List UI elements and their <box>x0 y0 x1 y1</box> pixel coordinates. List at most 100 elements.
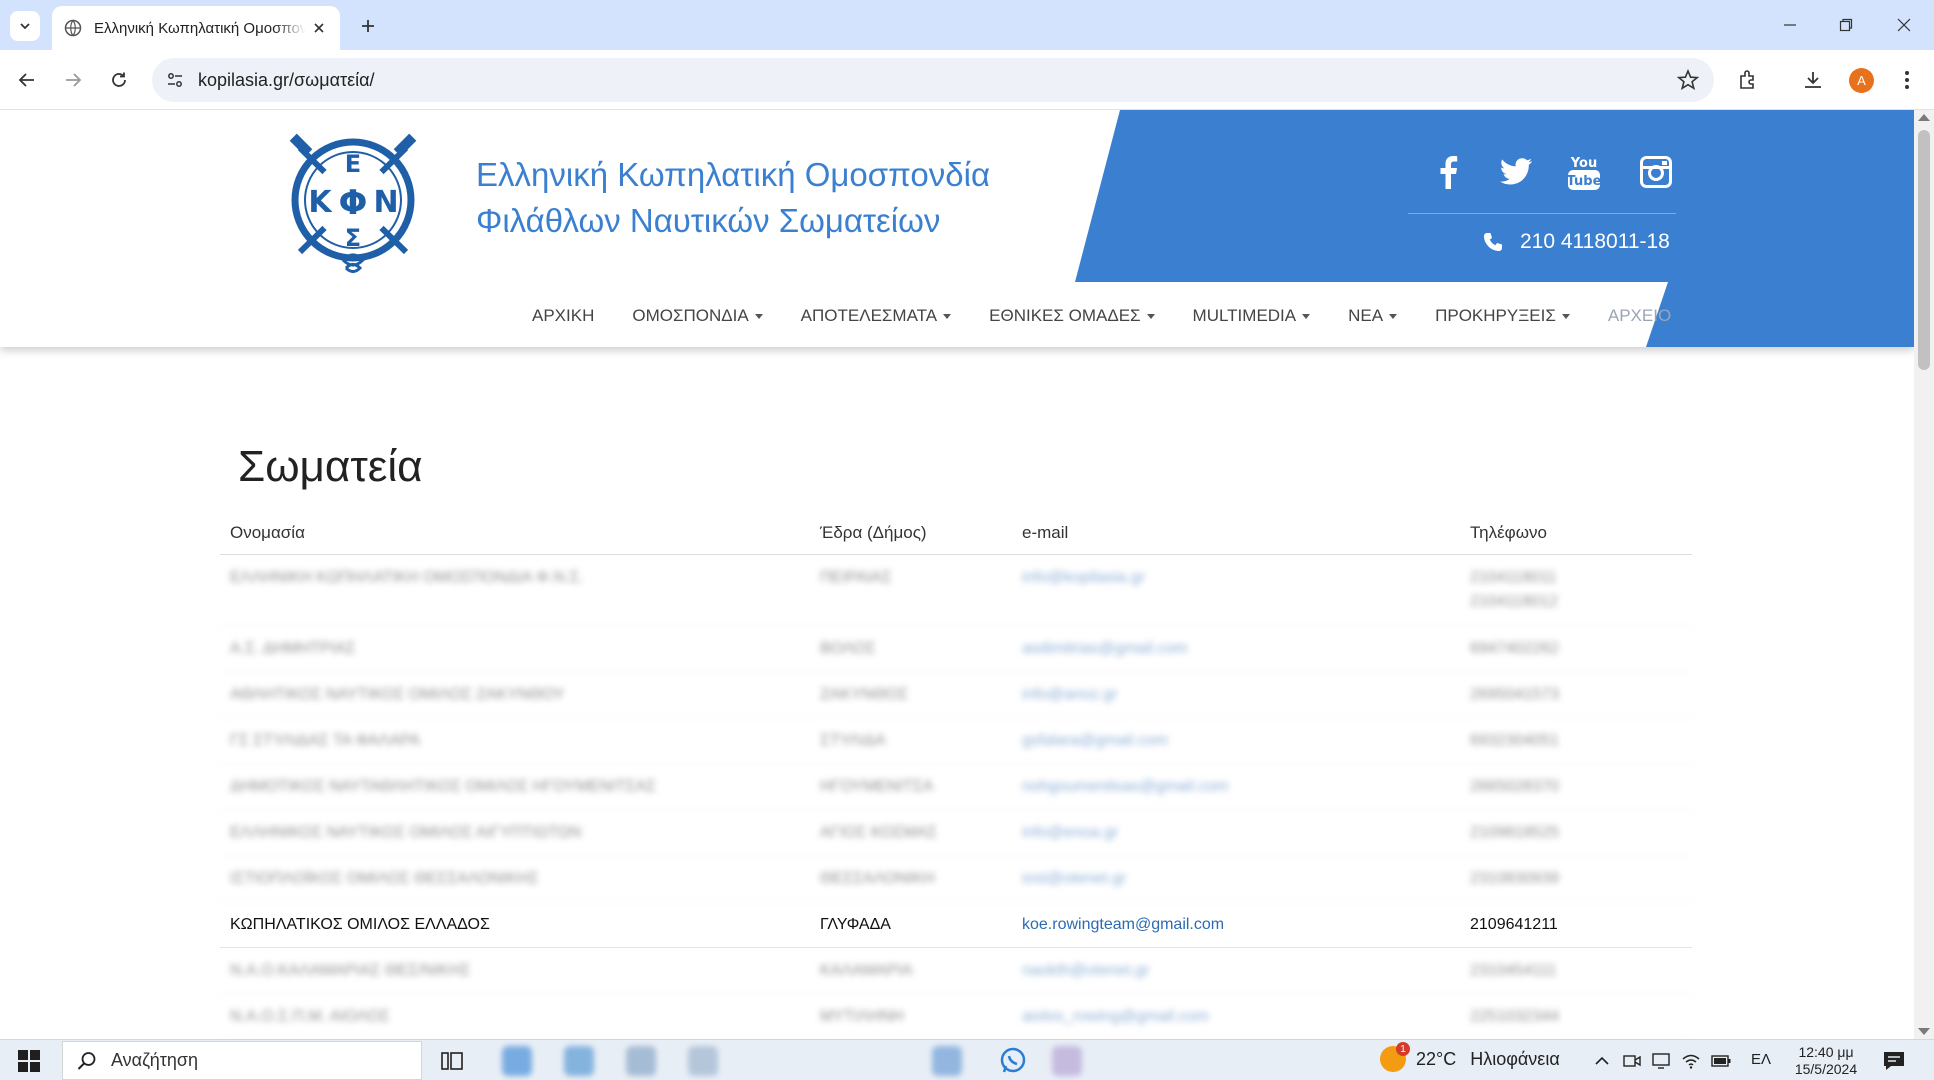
browser-tab-active[interactable]: Ελληνική Κωπηλατική Ομοσπονδία <box>52 6 340 50</box>
extensions-icon[interactable] <box>1733 65 1763 95</box>
tab-close-icon[interactable] <box>310 19 328 37</box>
cell-email[interactable]: iost@otenet.gr <box>1018 870 1466 888</box>
chevron-down-icon <box>20 23 30 30</box>
federation-logo[interactable]: Ε Κ Φ Ν Σ <box>288 132 418 280</box>
svg-text:You: You <box>1570 156 1597 171</box>
task-view-icon[interactable] <box>440 1049 464 1073</box>
new-tab-button[interactable] <box>354 12 382 40</box>
display-icon[interactable] <box>1651 1051 1671 1071</box>
taskbar-weather[interactable]: 1 22°C Ηλιοφάνεια <box>1380 1042 1560 1072</box>
main-nav: ΑΡΧΙΚΗ ΟΜΟΣΠΟΝΔΙΑ ΑΠΟΤΕΛΕΣΜΑΤΑ ΕΘΝΙΚΕΣ Ο… <box>532 306 1671 326</box>
header-phone[interactable]: 210 4118011-18 <box>1482 230 1670 254</box>
twitter-icon[interactable] <box>1496 152 1536 192</box>
table-row: ΕΛΛΗΝΙΚΟΣ ΝΑΥΤΙΚΟΣ ΟΜΙΛΟΣ ΑΙΓΥΠΤΙΩΤΩΝ ΑΓ… <box>220 810 1692 856</box>
cell-email[interactable]: asdimitrias@gmail.com <box>1018 640 1466 658</box>
notification-center-icon[interactable] <box>1882 1050 1906 1072</box>
brand-line-1: Ελληνική Κωπηλατική Ομοσπονδία <box>476 156 991 193</box>
site-info-icon[interactable] <box>162 67 188 93</box>
clubs-table: Ονομασία Έδρα (Δήμος) e-mail Τηλέφωνο ΕΛ… <box>220 511 1692 1039</box>
cell-email[interactable]: gsfalara@gmail.com <box>1018 732 1466 750</box>
cell-name: ΚΩΠΗΛΑΤΙΚΟΣ ΟΜΙΛΟΣ ΕΛΛΑΔΟΣ <box>230 916 490 933</box>
whatsapp-icon[interactable] <box>998 1046 1028 1076</box>
header-phone: Τηλέφωνο <box>1470 522 1547 542</box>
nav-item-multimedia[interactable]: MULTIMEDIA <box>1193 306 1311 326</box>
nav-item-home[interactable]: ΑΡΧΙΚΗ <box>532 306 594 326</box>
phone-icon <box>1484 233 1502 251</box>
meet-now-icon[interactable] <box>1622 1051 1642 1071</box>
table-row: ΔΗΜΟΤΙΚΟΣ ΝΑΥΤΑΘΛΗΤΙΚΟΣ ΟΜΙΛΟΣ ΗΓΟΥΜΕΝΙΤ… <box>220 764 1692 810</box>
nav-item-news[interactable]: ΝΕΑ <box>1348 306 1398 326</box>
tab-search-button[interactable] <box>10 11 40 41</box>
forward-button[interactable] <box>58 65 88 95</box>
table-header: Ονομασία Έδρα (Δήμος) e-mail Τηλέφωνο <box>220 511 1692 555</box>
cell-phone: 2251032344 <box>1470 1008 1559 1025</box>
cell-city: ΜΥΤΙΛΗΝΗ <box>820 1008 904 1025</box>
globe-icon <box>64 19 82 37</box>
close-window-button[interactable] <box>1886 10 1922 40</box>
cell-email[interactable]: naokth@otenet.gr <box>1018 962 1466 980</box>
nav-item-results[interactable]: ΑΠΟΤΕΛΕΣΜΑΤΑ <box>801 306 952 326</box>
instagram-icon[interactable] <box>1636 152 1676 192</box>
restore-button[interactable] <box>1828 10 1864 40</box>
pinned-app-icon[interactable] <box>688 1046 718 1076</box>
facebook-icon[interactable] <box>1428 152 1468 192</box>
nav-item-national-teams[interactable]: ΕΘΝΙΚΕΣ ΟΜΑΔΕΣ <box>989 306 1155 326</box>
browser-toolbar: kopilasia.gr/σωματεία/ A <box>0 50 1934 110</box>
caret-down-icon <box>1389 313 1398 319</box>
scroll-up-icon[interactable] <box>1918 114 1930 121</box>
clock-time: 12:40 μμ <box>1798 1044 1854 1060</box>
pinned-app-icon[interactable] <box>626 1046 656 1076</box>
download-icon[interactable] <box>1798 65 1828 95</box>
scroll-down-icon[interactable] <box>1918 1028 1930 1035</box>
nav-item-announcements[interactable]: ΠΡΟΚΗΡΥΞΕΙΣ <box>1435 306 1570 326</box>
battery-icon[interactable] <box>1711 1051 1731 1071</box>
input-language[interactable]: ΕΛ <box>1751 1051 1771 1068</box>
reload-button[interactable] <box>104 65 134 95</box>
cell-email[interactable]: info@kopilasia.gr <box>1018 569 1466 587</box>
pinned-app-icon[interactable] <box>564 1046 594 1076</box>
cell-city: ΚΑΛΑΜΑΡΙΑ <box>820 962 913 979</box>
address-bar[interactable]: kopilasia.gr/σωματεία/ <box>152 58 1714 102</box>
caret-down-icon <box>754 313 763 319</box>
page-scrollbar[interactable] <box>1914 110 1934 1039</box>
caret-down-icon <box>943 313 952 319</box>
caret-down-icon <box>1146 313 1155 319</box>
cell-email[interactable]: info@anoz.gr <box>1018 686 1466 704</box>
table-row: ΑΘΛΗΤΙΚΟΣ ΝΑΥΤΙΚΟΣ ΟΜΙΛΟΣ ΖΑΚΥΝΘΟΥ ΖΑΚΥΝ… <box>220 672 1692 718</box>
pinned-app-icon[interactable] <box>502 1046 532 1076</box>
youtube-icon[interactable]: You Tube <box>1564 152 1604 192</box>
cell-email[interactable]: aiolos_rowing@gmail.com <box>1018 1008 1466 1026</box>
site-brand-title[interactable]: Ελληνική Κωπηλατική Ομοσπονδία Φιλάθλων … <box>476 152 990 244</box>
windows-start-icon[interactable] <box>18 1050 40 1072</box>
scrollbar-thumb[interactable] <box>1918 130 1930 370</box>
chevron-up-icon[interactable] <box>1592 1051 1612 1071</box>
close-icon <box>1897 18 1911 32</box>
back-button[interactable] <box>12 65 42 95</box>
wifi-icon[interactable] <box>1681 1051 1701 1071</box>
browser-tabstrip: Ελληνική Κωπηλατική Ομοσπονδία <box>0 0 1934 50</box>
profile-avatar[interactable]: A <box>1849 68 1874 93</box>
nav-item-archive[interactable]: ΑΡΧΕΙΟ <box>1608 306 1671 326</box>
minimize-icon <box>1784 24 1796 26</box>
clock-date: 15/5/2024 <box>1794 1061 1858 1077</box>
cell-phone: 2665028370 <box>1470 778 1559 795</box>
taskbar-clock[interactable]: 12:40 μμ 15/5/2024 <box>1790 1044 1862 1078</box>
pinned-app-icon[interactable] <box>932 1046 962 1076</box>
taskbar-search[interactable]: Αναζήτηση <box>62 1041 422 1080</box>
minimize-button[interactable] <box>1772 10 1808 40</box>
nav-item-federation[interactable]: ΟΜΟΣΠΟΝΔΙΑ <box>632 306 763 326</box>
windows-taskbar: Αναζήτηση 1 22°C Ηλιοφάνεια ΕΛ 12:40 μμ … <box>0 1039 1934 1080</box>
pinned-app-icon[interactable] <box>1052 1046 1082 1076</box>
phone-number: 210 4118011-18 <box>1520 230 1670 253</box>
arrow-right-icon <box>66 73 82 87</box>
bookmark-star-icon[interactable] <box>1676 68 1700 92</box>
arrow-left-icon <box>18 73 34 87</box>
browser-menu-icon[interactable] <box>1892 65 1922 95</box>
cell-email[interactable]: nohgoumenitsas@gmail.com <box>1018 778 1466 796</box>
table-row: ΙΣΤΙΟΠΛΟΪΚΟΣ ΟΜΙΛΟΣ ΘΕΣΣΑΛΟΝΙΚΗΣ ΘΕΣΣΑΛΟ… <box>220 856 1692 902</box>
cell-name: ΙΣΤΙΟΠΛΟΪΚΟΣ ΟΜΙΛΟΣ ΘΕΣΣΑΛΟΝΙΚΗΣ <box>230 870 539 887</box>
cell-phone: 2109818525 <box>1470 824 1559 841</box>
cell-city: ΗΓΟΥΜΕΝΙΤΣΑ <box>820 778 934 795</box>
cell-email-link[interactable]: koe.rowingteam@gmail.com <box>1018 916 1466 934</box>
cell-email[interactable]: info@enoa.gr <box>1018 824 1466 842</box>
